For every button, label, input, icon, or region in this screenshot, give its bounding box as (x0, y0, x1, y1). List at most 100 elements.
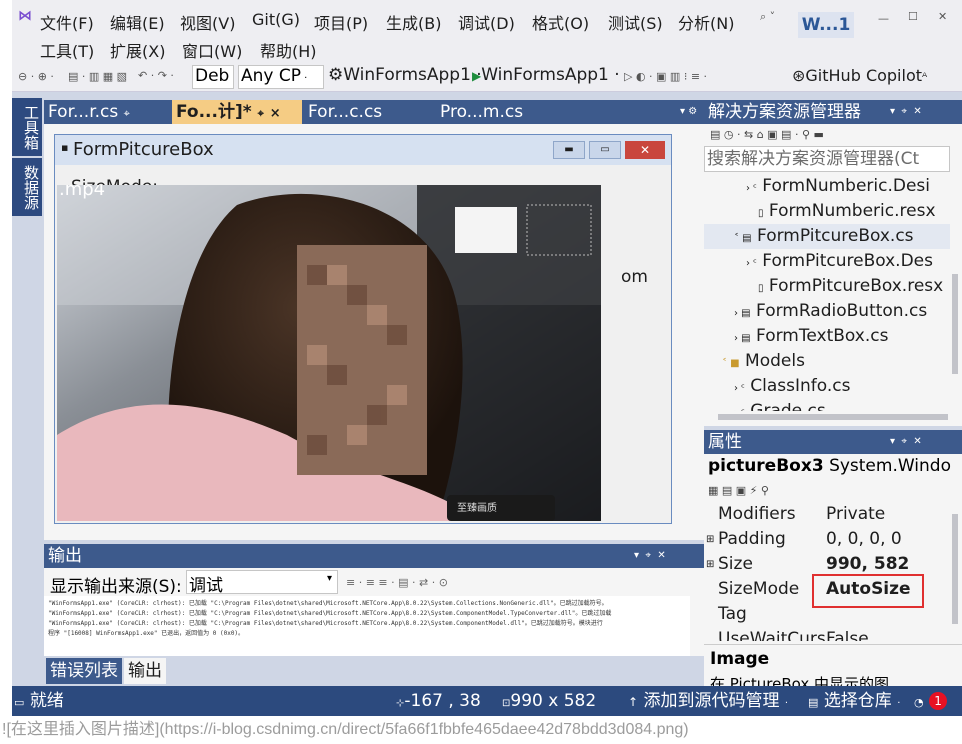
close-icon[interactable]: ✕ (938, 10, 947, 23)
property-row[interactable]: UseWaitCurs False (704, 627, 940, 641)
toolbox-tab[interactable]: 工具箱 (12, 98, 42, 156)
tab-program[interactable]: Pro...m.cs (436, 100, 572, 124)
property-value[interactable]: 0, 0, 0, 0 (826, 527, 902, 552)
object-type: System.Windo (829, 456, 951, 476)
platform-dropdown[interactable]: Any CP · (238, 65, 324, 89)
menu-test[interactable]: 测试(S) (608, 10, 663, 34)
property-name: UseWaitCurs (718, 629, 826, 641)
tab-form-c[interactable]: For...c.cs (304, 100, 432, 124)
tab-form-r-label: For...r.cs (48, 102, 119, 122)
form-maximize-button[interactable]: ▭ (589, 141, 621, 159)
tree-item-label: FormPitcureBox.Des (762, 251, 933, 271)
pin-icon[interactable]: ⌖ (124, 107, 130, 120)
properties-toolbar-icons[interactable]: ▦ ▤ ▣ ⚡ ⚲ (708, 484, 769, 497)
pin-icon[interactable]: ⌖ (258, 107, 264, 120)
datasource-tab[interactable]: 数据源 (12, 158, 42, 216)
expand-icon[interactable]: ⊞ (706, 527, 714, 552)
tree-item-label: FormTextBox.cs (756, 326, 889, 346)
search-icon[interactable]: ⌕ ˅ (760, 10, 775, 24)
tree-item[interactable]: › ▤ FormRadioButton.cs (734, 299, 927, 324)
notification-badge: 1 (929, 692, 948, 710)
tree-item-label: Grade.cs (750, 401, 826, 411)
menu-tools[interactable]: 工具(T) (40, 38, 94, 62)
minimize-icon[interactable]: — (878, 12, 889, 25)
property-value[interactable]: Private (826, 502, 885, 527)
menu-view[interactable]: 视图(V) (180, 10, 235, 34)
partial-label: om (621, 267, 648, 287)
expand-icon[interactable]: ⊞ (706, 552, 714, 577)
tree-item[interactable]: › ᶜ ClassInfo.cs (734, 374, 851, 399)
output-source-dropdown[interactable]: 调试 ▾ (186, 570, 338, 596)
tree-item[interactable]: ▯ FormNumberic.resx (758, 199, 936, 224)
select-repo-button[interactable]: ▤ 选择仓库 · (808, 686, 900, 716)
image-caption: ![在这里插入图片描述](https://i-blog.csdnimg.cn/d… (2, 721, 689, 738)
output-line: 程序 "[16008] WinFormsApp1.exe" 已退出，返回值为 0… (48, 630, 245, 637)
config-value: Deb (195, 66, 230, 86)
config-dropdown[interactable]: Deb · (192, 65, 234, 89)
solution-hscrollbar[interactable] (718, 414, 948, 420)
notifications-button[interactable]: ◔ 1 (914, 686, 948, 716)
panel-options-icon[interactable]: ▾ ⌖ ✕ (890, 430, 922, 454)
tab-output[interactable]: 输出 (124, 658, 166, 684)
debug-tools-icons[interactable]: ▷ ◐ · ▣ ▥ ⁝ ≡ · (624, 70, 707, 83)
copilot-button[interactable]: ⊛GitHub Copilotᴬ (792, 66, 927, 85)
property-row[interactable]: Modifiers Private (704, 502, 940, 527)
form-icon: ▪ (61, 141, 69, 154)
object-selector[interactable]: pictureBox3 System.Windo · (708, 456, 952, 482)
menu-git[interactable]: Git(G) (252, 10, 300, 29)
form-minimize-button[interactable]: ▬ (553, 141, 585, 159)
maximize-icon[interactable]: ☐ (908, 10, 918, 23)
menu-extensions[interactable]: 扩展(X) (110, 38, 165, 62)
undo-icon[interactable]: ↶ · ↷ · (138, 69, 174, 82)
tab-form-designer[interactable]: Fo...计]* ⌖ × (172, 100, 302, 124)
tab-form-r[interactable]: For...r.cs ⌖ (44, 100, 170, 124)
solution-badge[interactable]: W...1 (798, 12, 854, 38)
solution-explorer: ▤ ◷ · ⇆ ⌂ ▣ ▤ · ⚲ ▬ 搜索解决方案资源管理器(Ct › ᶜ F… (704, 124, 962, 426)
solution-toolbar-icons[interactable]: ▤ ◷ · ⇆ ⌂ ▣ ▤ · ⚲ ▬ (710, 128, 824, 141)
tab-overflow-icon[interactable]: ▾ ⚙ (680, 106, 697, 117)
run-button[interactable]: ▶WinFormsApp1 · (472, 65, 620, 85)
output-toolbar-icons[interactable]: ≡ · ≡ ≡ · ▤ · ⇄ · ⊙ (346, 576, 448, 589)
menu-debug[interactable]: 调试(D) (458, 10, 515, 34)
close-tab-icon[interactable]: × (270, 106, 281, 121)
tree-item[interactable]: › ᶜ FormNumberic.Desi (746, 174, 930, 199)
startup-project[interactable]: ⚙WinFormsApp1 · (328, 65, 482, 85)
vs-logo-icon[interactable]: ⋈ (18, 8, 32, 24)
tree-item[interactable]: › ▤ FormTextBox.cs (734, 324, 888, 349)
save-icons[interactable]: ▤ · ▥ ▦ ▧ (68, 70, 127, 83)
tree-item-label: FormNumberic.Desi (762, 176, 931, 196)
menu-analyze[interactable]: 分析(N) (678, 10, 734, 34)
solution-search-input[interactable]: 搜索解决方案资源管理器(Ct (704, 146, 950, 172)
menu-help[interactable]: 帮助(H) (260, 38, 317, 62)
menu-format[interactable]: 格式(O) (532, 10, 589, 34)
menu-window[interactable]: 窗口(W) (182, 38, 242, 62)
tree-item[interactable]: › ᶜ FormPitcureBox.Des (746, 249, 933, 274)
selection-size: ⊡990 x 582 (502, 686, 596, 716)
add-source-control-button[interactable]: ↑ 添加到源代码管理 · (628, 686, 788, 716)
tree-item[interactable]: ˂ ■ Models (722, 349, 805, 374)
picturebox-image[interactable]: .mp4 至臻画质 (57, 185, 601, 521)
output-line: "WinFormsApp1.exe" (CoreCLR: clrhost): 已… (48, 610, 612, 617)
status-bar: ▭ 就绪 ⊹-167 , 38 ⊡990 x 582 ↑ 添加到源代码管理 · … (12, 686, 962, 716)
run-button-label: WinFormsApp1 (481, 65, 609, 85)
property-row[interactable]: Tag (704, 602, 940, 627)
menu-project[interactable]: 项目(P) (314, 10, 368, 34)
tree-item[interactable]: › ᶜ Grade.cs (734, 399, 826, 411)
solution-vscrollbar[interactable] (952, 274, 958, 374)
tree-item-selected[interactable]: ˂ ▤ FormPitcureBox.cs (704, 224, 950, 249)
property-value[interactable]: False (826, 627, 869, 641)
panel-options-icon[interactable]: ▾ ⌖ ✕ (634, 544, 666, 568)
menu-file[interactable]: 文件(F) (40, 10, 94, 34)
nav-back-icon[interactable]: ⊖ · ⊕ · (18, 70, 54, 83)
output-text[interactable]: "WinFormsApp1.exe" (CoreCLR: clrhost): 已… (44, 596, 690, 656)
properties-vscrollbar[interactable] (952, 514, 958, 624)
panel-options-icon[interactable]: ▾ ⌖ ✕ (890, 100, 922, 124)
menu-edit[interactable]: 编辑(E) (110, 10, 165, 34)
designed-form[interactable]: ▪ FormPitcureBox ▬ ▭ ✕ SizeMode: om (54, 134, 672, 524)
tree-item[interactable]: ▯ FormPitcureBox.resx (758, 274, 943, 299)
tab-error-list[interactable]: 错误列表 (46, 658, 122, 684)
menu-build[interactable]: 生成(B) (386, 10, 441, 34)
copilot-label: GitHub Copilot (805, 66, 923, 85)
property-row[interactable]: ⊞ Padding 0, 0, 0, 0 (704, 527, 940, 552)
form-close-button[interactable]: ✕ (625, 141, 665, 159)
